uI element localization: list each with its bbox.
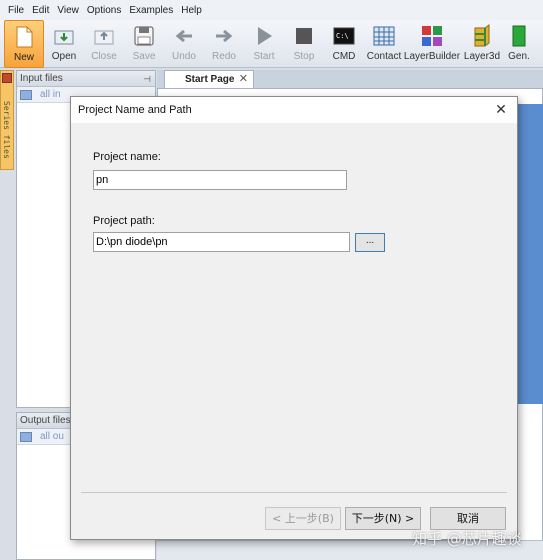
menu-view[interactable]: View: [53, 5, 83, 16]
layer-blocks-icon: [421, 25, 443, 47]
output-files-title: Output files: [20, 415, 71, 426]
save-button[interactable]: Save: [124, 20, 164, 68]
pin-icon[interactable]: ⊣: [143, 71, 151, 87]
output-filter-text[interactable]: all ou: [40, 431, 64, 442]
redo-arrow-icon: [213, 25, 235, 47]
project-path-input[interactable]: [93, 232, 350, 252]
layer3d-icon: [471, 24, 493, 47]
menu-bar: File Edit View Options Examples Help: [0, 0, 543, 20]
folder-icon[interactable]: [20, 431, 32, 442]
project-dialog: Project Name and Path ✕ Project name: Pr…: [70, 96, 518, 540]
stop-icon: [293, 25, 315, 47]
redo-button[interactable]: Redo: [204, 20, 244, 68]
dialog-title: Project Name and Path: [78, 104, 192, 116]
tab-start-page[interactable]: Start Page ✕: [164, 70, 254, 88]
menu-examples[interactable]: Examples: [125, 5, 177, 16]
new-file-icon: [13, 26, 35, 48]
dialog-titlebar: Project Name and Path ✕: [71, 97, 517, 123]
generate-icon: [508, 25, 530, 47]
project-name-label: Project name:: [93, 151, 161, 163]
series-icon: [2, 73, 12, 83]
series-files-label: Series files: [2, 101, 11, 159]
browse-button[interactable]: ...: [355, 233, 385, 252]
close-icon[interactable]: ✕: [493, 101, 509, 117]
open-button[interactable]: Open: [44, 20, 84, 68]
series-files-strip[interactable]: Series files: [0, 70, 14, 170]
main-toolbar: New Open Close Save Undo Redo Start Stop…: [0, 20, 543, 68]
play-icon: [253, 25, 275, 47]
undo-arrow-icon: [173, 25, 195, 47]
close-button[interactable]: Close: [84, 20, 124, 68]
open-icon: [53, 25, 75, 47]
folder-icon[interactable]: [20, 89, 32, 100]
project-name-input[interactable]: [93, 170, 347, 190]
menu-help[interactable]: Help: [177, 5, 206, 16]
grid-icon: [373, 25, 395, 47]
dialog-separator: [81, 492, 507, 493]
close-icon[interactable]: ✕: [239, 72, 248, 85]
input-files-title: Input files: [20, 73, 63, 84]
stop-button[interactable]: Stop: [284, 20, 324, 68]
start-page-banner: [518, 104, 543, 404]
cancel-button[interactable]: 取消: [430, 507, 506, 530]
input-filter-text[interactable]: all in: [40, 89, 61, 100]
cmd-button[interactable]: C:\ CMD: [324, 20, 364, 68]
project-path-label: Project path:: [93, 215, 155, 227]
save-icon: [133, 25, 155, 47]
next-button[interactable]: 下一步(N) >: [345, 507, 421, 530]
menu-edit[interactable]: Edit: [28, 5, 53, 16]
svg-text:C:\: C:\: [336, 32, 349, 40]
new-button[interactable]: New: [4, 20, 44, 68]
tab-label: Start Page: [185, 74, 235, 85]
terminal-icon: C:\: [333, 25, 355, 47]
close-project-icon: [93, 25, 115, 47]
undo-button[interactable]: Undo: [164, 20, 204, 68]
contact-button[interactable]: Contact: [364, 20, 404, 68]
layer3d-button[interactable]: Layer3d: [460, 20, 504, 68]
menu-file[interactable]: File: [4, 5, 28, 16]
menu-options[interactable]: Options: [83, 5, 125, 16]
layerbuilder-button[interactable]: LayerBuilder: [404, 20, 460, 68]
gen-button[interactable]: Gen.: [504, 20, 534, 68]
back-button[interactable]: < 上一步(B): [265, 507, 341, 530]
start-button[interactable]: Start: [244, 20, 284, 68]
watermark: 知乎 @芯片趣谈: [412, 530, 522, 548]
